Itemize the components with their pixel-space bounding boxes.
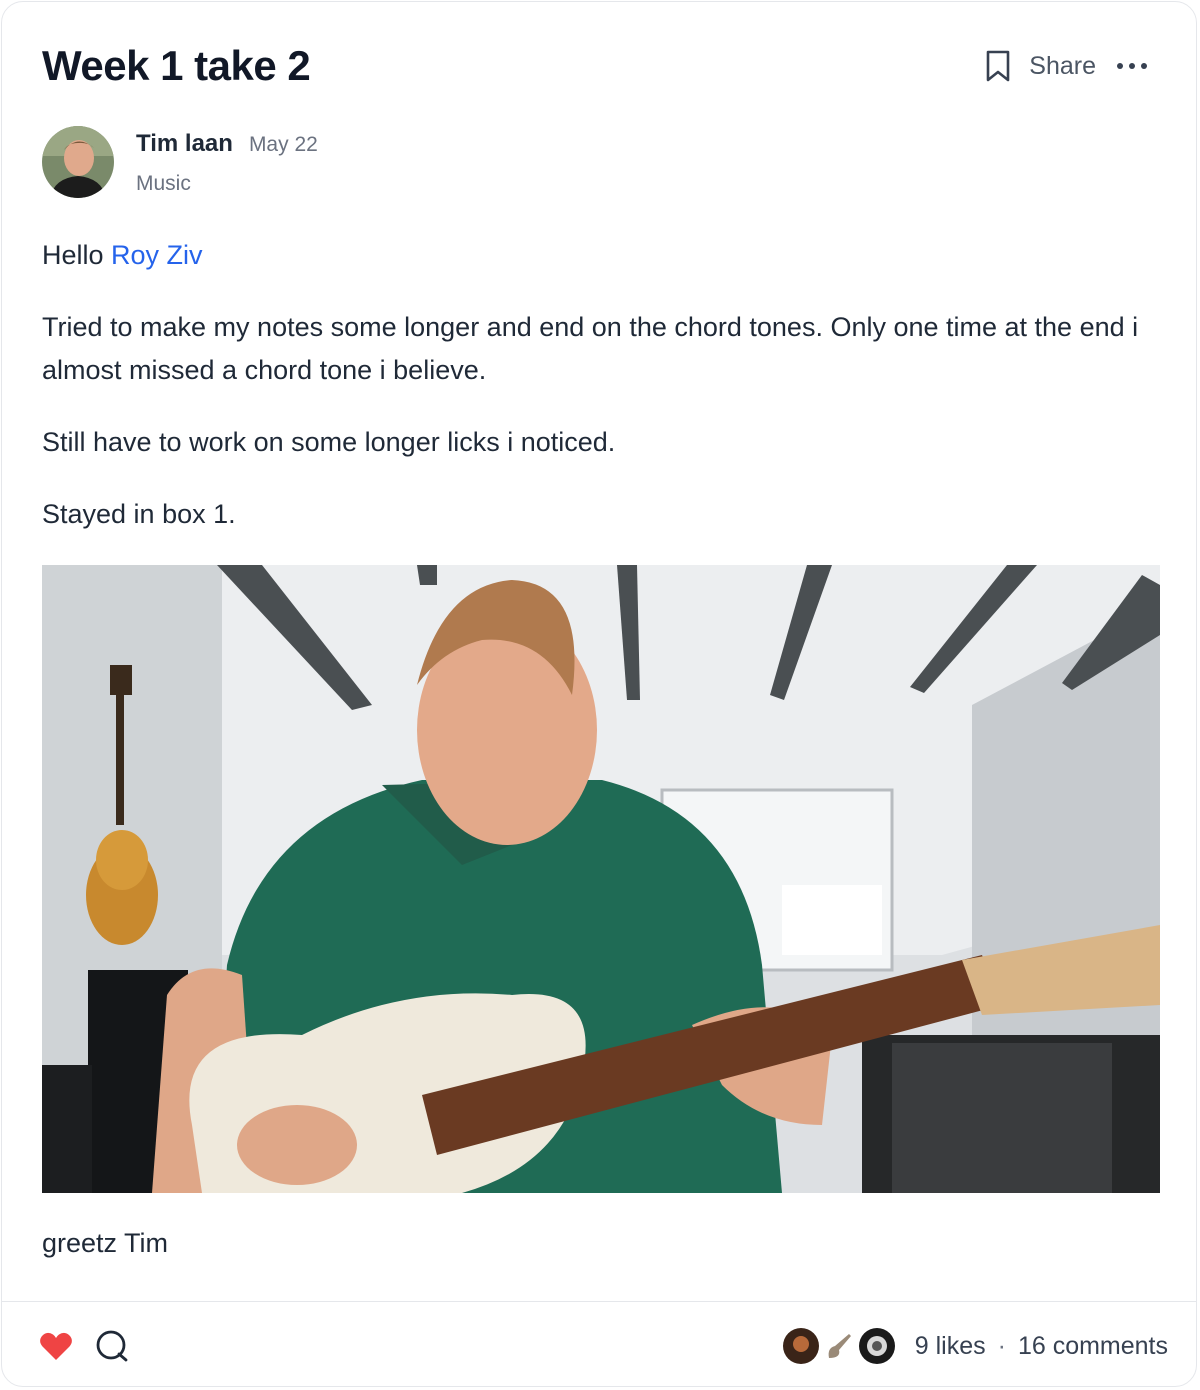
more-dots-icon xyxy=(1117,63,1147,69)
comment-button[interactable] xyxy=(92,1324,132,1368)
liker-avatar xyxy=(856,1326,897,1366)
share-button[interactable]: Share xyxy=(1029,52,1096,81)
author-name[interactable]: Tim laan xyxy=(136,130,233,158)
greeting-text: Hello xyxy=(42,240,112,270)
greeting-paragraph: Hello Roy Ziv xyxy=(42,234,1142,277)
reaction-actions xyxy=(36,1324,132,1368)
separator-dot: · xyxy=(997,1331,1006,1360)
author-avatar[interactable] xyxy=(42,126,114,198)
bookmark-button[interactable] xyxy=(981,46,1015,86)
liker-avatar xyxy=(818,1326,859,1366)
comment-icon xyxy=(96,1330,128,1362)
mention-link[interactable]: Roy Ziv xyxy=(111,240,203,270)
body-paragraph: Stayed in box 1. xyxy=(42,499,236,529)
body-paragraph: Still have to work on some longer licks … xyxy=(42,427,616,457)
likes-count[interactable]: 9 likes xyxy=(915,1332,986,1361)
bookmark-icon xyxy=(986,50,1010,82)
author-line: Tim laan May 22 xyxy=(136,130,318,158)
engagement-summary: 9 likes · 16 comments xyxy=(780,1324,1168,1368)
post-title: Week 1 take 2 xyxy=(42,42,311,89)
post-video[interactable] xyxy=(42,565,1160,1193)
heart-icon xyxy=(40,1332,72,1360)
post-date: May 22 xyxy=(248,133,318,156)
comments-count[interactable]: 16 comments xyxy=(1018,1332,1168,1361)
signoff-paragraph: greetz Tim xyxy=(42,1228,169,1258)
body-paragraph: Tried to make my notes some longer and e… xyxy=(42,312,1139,385)
post-card: Week 1 take 2 Share Tim laan May 22 Musi… xyxy=(1,1,1197,1387)
author-block: Tim laan May 22 Music xyxy=(42,126,318,198)
liker-avatar xyxy=(780,1326,821,1366)
footer-divider xyxy=(2,1301,1196,1302)
liker-avatars[interactable] xyxy=(780,1326,897,1366)
like-button[interactable] xyxy=(36,1324,76,1368)
author-meta: Tim laan May 22 Music xyxy=(136,126,318,198)
header-actions: Share xyxy=(981,46,1148,86)
video-frame-image xyxy=(42,565,1160,1193)
more-options-button[interactable] xyxy=(1116,61,1148,71)
post-category[interactable]: Music xyxy=(136,172,318,196)
